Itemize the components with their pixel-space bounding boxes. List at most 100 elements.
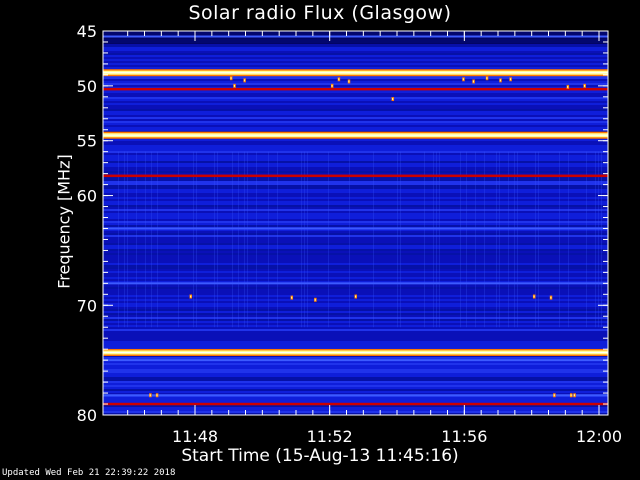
texture-column: [304, 151, 305, 328]
background-row: [103, 333, 608, 335]
background-row: [103, 409, 608, 411]
background-row: [103, 389, 608, 391]
background-row: [103, 105, 608, 107]
background-row: [103, 341, 608, 343]
burst-core: [243, 79, 246, 82]
texture-column: [178, 151, 179, 328]
y-axis-label: Frequency [MHz]: [54, 154, 74, 289]
background-row: [103, 81, 608, 83]
background-row: [103, 147, 608, 149]
background-row: [103, 343, 608, 345]
frequency-band: [103, 394, 608, 397]
background-row: [103, 53, 608, 55]
background-row: [103, 347, 608, 349]
background-row: [103, 357, 608, 359]
background-row: [103, 381, 608, 383]
background-row: [103, 145, 608, 147]
texture-column: [535, 151, 536, 328]
y-tick-label: 80: [77, 406, 97, 425]
background-row: [103, 143, 608, 145]
texture-column: [517, 151, 518, 328]
background-row: [103, 345, 608, 347]
y-tick-label: 50: [77, 77, 97, 96]
texture-column: [424, 151, 425, 328]
background-row: [103, 141, 608, 143]
burst-core: [550, 296, 552, 299]
background-row: [103, 377, 608, 379]
background-row: [103, 103, 608, 105]
x-tick-label: 11:56: [441, 427, 487, 446]
background-row: [103, 91, 608, 93]
burst-core: [156, 394, 158, 397]
background-row: [103, 121, 608, 123]
background-row: [103, 411, 608, 413]
background-row: [103, 371, 608, 373]
texture-column: [508, 151, 509, 328]
background-row: [103, 407, 608, 409]
burst-core: [338, 78, 340, 81]
burst-core: [392, 98, 394, 101]
burst-core: [348, 80, 350, 83]
background-row: [103, 363, 608, 365]
background-row: [103, 97, 608, 99]
frequency-band: [103, 35, 608, 38]
burst-core: [230, 77, 232, 80]
burst-core: [509, 78, 512, 81]
spectrogram-chart: 45 50 55 60 70 80 11:48 11:52 11:56 12:00: [77, 22, 622, 446]
spectrogram-page: Solar radio Flux (Glasgow) 45 50 55 60 70 80 …: [0, 0, 640, 480]
frequency-band: [103, 227, 608, 230]
texture-column: [496, 151, 497, 328]
frequency-band-core: [103, 72, 608, 74]
background-row: [103, 119, 608, 121]
background-row: [103, 63, 608, 65]
burst-core: [291, 296, 293, 299]
background-row: [103, 139, 608, 141]
x-axis-label: Start Time (15-Aug-13 11:45:16): [181, 446, 459, 466]
texture-column: [196, 151, 197, 328]
frequency-band: [103, 359, 608, 362]
background-row: [103, 127, 608, 129]
background-row: [103, 339, 608, 341]
background-row: [103, 99, 608, 101]
texture-column: [145, 151, 146, 328]
texture-column: [157, 151, 158, 328]
background-row: [103, 51, 608, 53]
background-row: [103, 79, 608, 81]
texture-column: [568, 151, 569, 328]
texture-column: [247, 151, 248, 328]
top-dark-region: [103, 31, 608, 45]
background-row: [103, 117, 608, 119]
burst-core: [233, 84, 235, 87]
background-row: [103, 387, 608, 389]
background-row: [103, 115, 608, 117]
texture-column: [475, 151, 476, 328]
background-row: [103, 399, 608, 401]
texture-column: [598, 151, 599, 328]
frequency-band: [103, 282, 608, 285]
y-tick-label: 60: [77, 187, 97, 206]
background-row: [103, 101, 608, 103]
burst-core: [583, 84, 586, 87]
texture-column: [484, 151, 485, 328]
background-row: [103, 375, 608, 377]
texture-column: [244, 151, 245, 328]
texture-column: [436, 151, 437, 328]
burst-core: [149, 394, 151, 397]
burst-core: [462, 78, 464, 81]
texture-column: [151, 151, 152, 328]
texture-column: [538, 151, 539, 328]
frequency-band-core: [103, 134, 608, 136]
background-row: [103, 55, 608, 57]
background-row: [103, 85, 608, 87]
texture-column: [124, 151, 125, 328]
background-row: [103, 369, 608, 371]
texture-column: [268, 151, 269, 328]
background-row: [103, 49, 608, 51]
texture-column: [256, 151, 257, 328]
background-row: [103, 365, 608, 367]
texture-column: [118, 151, 119, 328]
y-tick-label: 45: [77, 22, 97, 41]
texture-column: [238, 151, 239, 328]
texture-column: [460, 151, 461, 328]
texture-column: [301, 151, 302, 328]
